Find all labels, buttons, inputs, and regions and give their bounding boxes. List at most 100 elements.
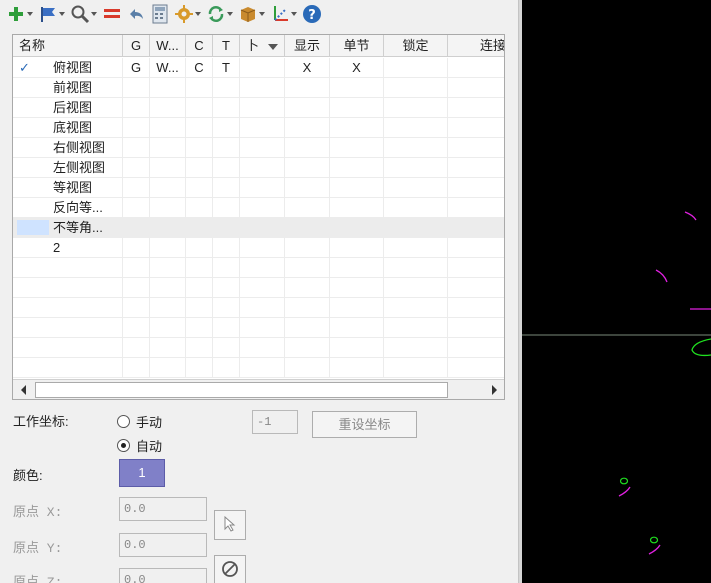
table-cell-lock[interactable] xyxy=(384,198,448,218)
table-cell-c[interactable]: C xyxy=(186,58,213,78)
table-cell-show[interactable] xyxy=(285,98,330,118)
table-cell-name[interactable] xyxy=(13,358,123,378)
table-cell-g[interactable] xyxy=(123,298,150,318)
table-cell-s[interactable] xyxy=(240,98,285,118)
table-cell-show[interactable] xyxy=(285,238,330,258)
graphics-viewport[interactable] xyxy=(522,0,711,583)
auto-radio[interactable]: 自动 xyxy=(117,436,162,455)
table-cell-name[interactable] xyxy=(13,318,123,338)
table-cell-name[interactable] xyxy=(13,298,123,318)
table-cell-name[interactable]: 2 xyxy=(13,238,123,258)
table-cell-name[interactable]: 左侧视图 xyxy=(13,158,123,178)
column-header-t[interactable]: T xyxy=(213,35,240,57)
coord-number-field[interactable]: -1 xyxy=(252,410,298,434)
table-cell-w[interactable] xyxy=(150,358,186,378)
table-cell-g[interactable] xyxy=(123,158,150,178)
table-cell-lock[interactable] xyxy=(384,318,448,338)
table-cell-c[interactable] xyxy=(186,358,213,378)
table-cell-show[interactable]: X xyxy=(285,58,330,78)
table-cell-s[interactable] xyxy=(240,138,285,158)
table-cell-w[interactable] xyxy=(150,198,186,218)
table-cell-c[interactable] xyxy=(186,238,213,258)
table-cell-w[interactable] xyxy=(150,118,186,138)
table-cell-single[interactable] xyxy=(330,158,384,178)
table-cell-c[interactable] xyxy=(186,278,213,298)
chevron-down-icon[interactable] xyxy=(290,4,298,24)
horizontal-scrollbar[interactable] xyxy=(13,379,504,399)
table-cell-w[interactable] xyxy=(150,218,186,238)
table-cell-name[interactable]: 后视图 xyxy=(13,98,123,118)
refresh-button[interactable] xyxy=(206,3,234,25)
flag-button[interactable] xyxy=(38,3,66,25)
table-row[interactable] xyxy=(13,358,504,378)
table-cell-show[interactable] xyxy=(285,218,330,238)
table-cell-lock[interactable] xyxy=(384,78,448,98)
table-cell-name[interactable]: 等视图 xyxy=(13,178,123,198)
table-cell-single[interactable] xyxy=(330,98,384,118)
table-cell-c[interactable] xyxy=(186,158,213,178)
table-cell-s[interactable] xyxy=(240,298,285,318)
chevron-down-icon[interactable] xyxy=(258,4,266,24)
table-cell-lock[interactable] xyxy=(384,298,448,318)
table-cell-show[interactable] xyxy=(285,358,330,378)
table-cell-c[interactable] xyxy=(186,198,213,218)
table-cell-lock[interactable] xyxy=(384,98,448,118)
table-cell-w[interactable] xyxy=(150,238,186,258)
table-row[interactable]: 右侧视图 xyxy=(13,138,504,158)
table-cell-single[interactable] xyxy=(330,238,384,258)
table-cell-t[interactable] xyxy=(213,158,240,178)
column-header-single[interactable]: 单节 xyxy=(330,35,384,57)
table-row[interactable] xyxy=(13,338,504,358)
column-header-lock[interactable]: 锁定 xyxy=(384,35,448,57)
table-cell-s[interactable] xyxy=(240,338,285,358)
column-header-sort[interactable]: 卜 xyxy=(240,35,285,57)
table-row[interactable] xyxy=(13,278,504,298)
column-header-c[interactable]: C xyxy=(186,35,213,57)
origin-x-field[interactable]: 0.0 xyxy=(119,497,207,521)
table-cell-s[interactable] xyxy=(240,158,285,178)
table-cell-t[interactable] xyxy=(213,98,240,118)
color-swatch-button[interactable]: 1 xyxy=(119,459,165,487)
table-cell-c[interactable] xyxy=(186,98,213,118)
table-cell-g[interactable] xyxy=(123,258,150,278)
chevron-down-icon[interactable] xyxy=(58,4,66,24)
table-cell-conn[interactable] xyxy=(448,158,504,178)
table-cell-conn[interactable] xyxy=(448,138,504,158)
table-cell-w[interactable]: W... xyxy=(150,58,186,78)
table-cell-s[interactable] xyxy=(240,118,285,138)
table-cell-w[interactable] xyxy=(150,338,186,358)
table-cell-single[interactable] xyxy=(330,298,384,318)
table-cell-w[interactable] xyxy=(150,158,186,178)
table-cell-s[interactable] xyxy=(240,58,285,78)
table-cell-show[interactable] xyxy=(285,78,330,98)
table-cell-show[interactable] xyxy=(285,118,330,138)
table-cell-t[interactable] xyxy=(213,258,240,278)
table-cell-s[interactable] xyxy=(240,318,285,338)
origin-z-field[interactable]: 0.0 xyxy=(119,568,207,583)
table-cell-lock[interactable] xyxy=(384,178,448,198)
scrollbar-thumb[interactable] xyxy=(35,382,448,398)
calculator-button[interactable] xyxy=(150,3,170,25)
table-cell-g[interactable] xyxy=(123,358,150,378)
axes-button[interactable] xyxy=(270,3,298,25)
table-cell-lock[interactable] xyxy=(384,138,448,158)
table-cell-lock[interactable] xyxy=(384,338,448,358)
table-cell-conn[interactable] xyxy=(448,58,504,78)
table-cell-conn[interactable] xyxy=(448,118,504,138)
table-cell-lock[interactable] xyxy=(384,358,448,378)
table-cell-g[interactable] xyxy=(123,238,150,258)
table-cell-w[interactable] xyxy=(150,98,186,118)
pick-point-button[interactable] xyxy=(214,510,246,540)
table-cell-name[interactable]: 右侧视图 xyxy=(13,138,123,158)
table-cell-g[interactable]: G xyxy=(123,58,150,78)
table-cell-c[interactable] xyxy=(186,178,213,198)
table-cell-conn[interactable] xyxy=(448,298,504,318)
table-cell-g[interactable] xyxy=(123,78,150,98)
table-cell-name[interactable] xyxy=(13,338,123,358)
help-button[interactable]: ? xyxy=(302,3,322,25)
table-cell-c[interactable] xyxy=(186,338,213,358)
table-cell-s[interactable] xyxy=(240,178,285,198)
table-cell-c[interactable] xyxy=(186,118,213,138)
table-cell-s[interactable] xyxy=(240,278,285,298)
table-cell-single[interactable] xyxy=(330,338,384,358)
